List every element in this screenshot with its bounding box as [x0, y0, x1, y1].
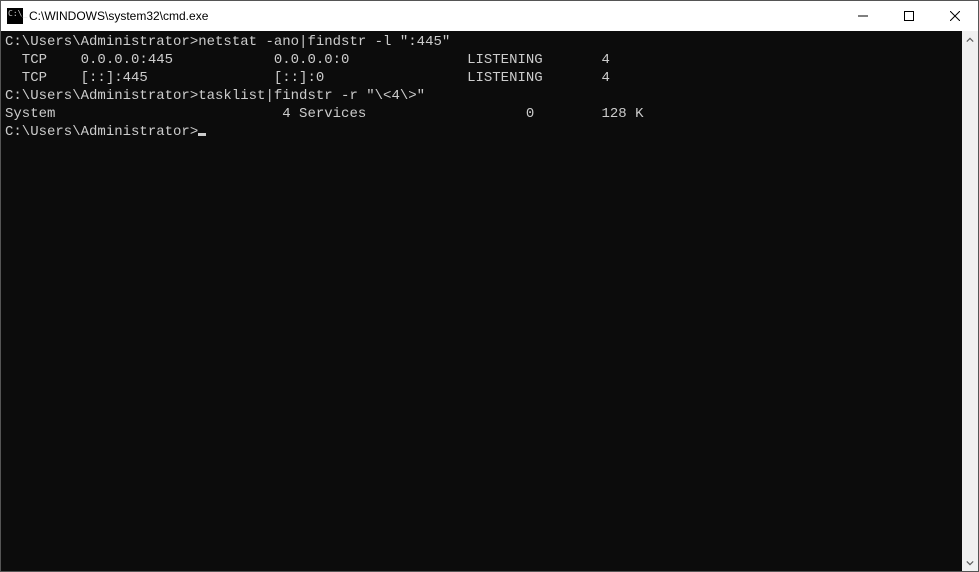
titlebar[interactable]: C:\WINDOWS\system32\cmd.exe [1, 1, 978, 31]
scroll-down-button[interactable] [962, 554, 978, 571]
terminal-line: TCP [::]:445 [::]:0 LISTENING 4 [5, 69, 962, 87]
terminal-line: TCP 0.0.0.0:445 0.0.0.0:0 LISTENING 4 [5, 51, 962, 69]
minimize-icon [858, 11, 868, 21]
close-icon [950, 11, 960, 21]
maximize-button[interactable] [886, 1, 932, 31]
cmd-icon [7, 8, 23, 24]
vertical-scrollbar[interactable] [962, 31, 978, 571]
window-title: C:\WINDOWS\system32\cmd.exe [29, 9, 840, 23]
terminal-prompt: C:\Users\Administrator> [5, 124, 198, 140]
scroll-up-button[interactable] [962, 31, 978, 48]
chevron-down-icon [966, 559, 974, 567]
close-button[interactable] [932, 1, 978, 31]
cmd-window: C:\WINDOWS\system32\cmd.exe C:\Users\Adm… [0, 0, 979, 572]
terminal-output[interactable]: C:\Users\Administrator>netstat -ano|find… [1, 31, 962, 571]
terminal-line: System 4 Services 0 128 K [5, 105, 962, 123]
cursor [198, 133, 206, 136]
maximize-icon [904, 11, 914, 21]
terminal-line: C:\Users\Administrator>netstat -ano|find… [5, 33, 962, 51]
terminal-line: C:\Users\Administrator>tasklist|findstr … [5, 87, 962, 105]
chevron-up-icon [966, 36, 974, 44]
window-controls [840, 1, 978, 31]
content-area: C:\Users\Administrator>netstat -ano|find… [1, 31, 978, 571]
minimize-button[interactable] [840, 1, 886, 31]
terminal-prompt-line: C:\Users\Administrator> [5, 123, 962, 141]
